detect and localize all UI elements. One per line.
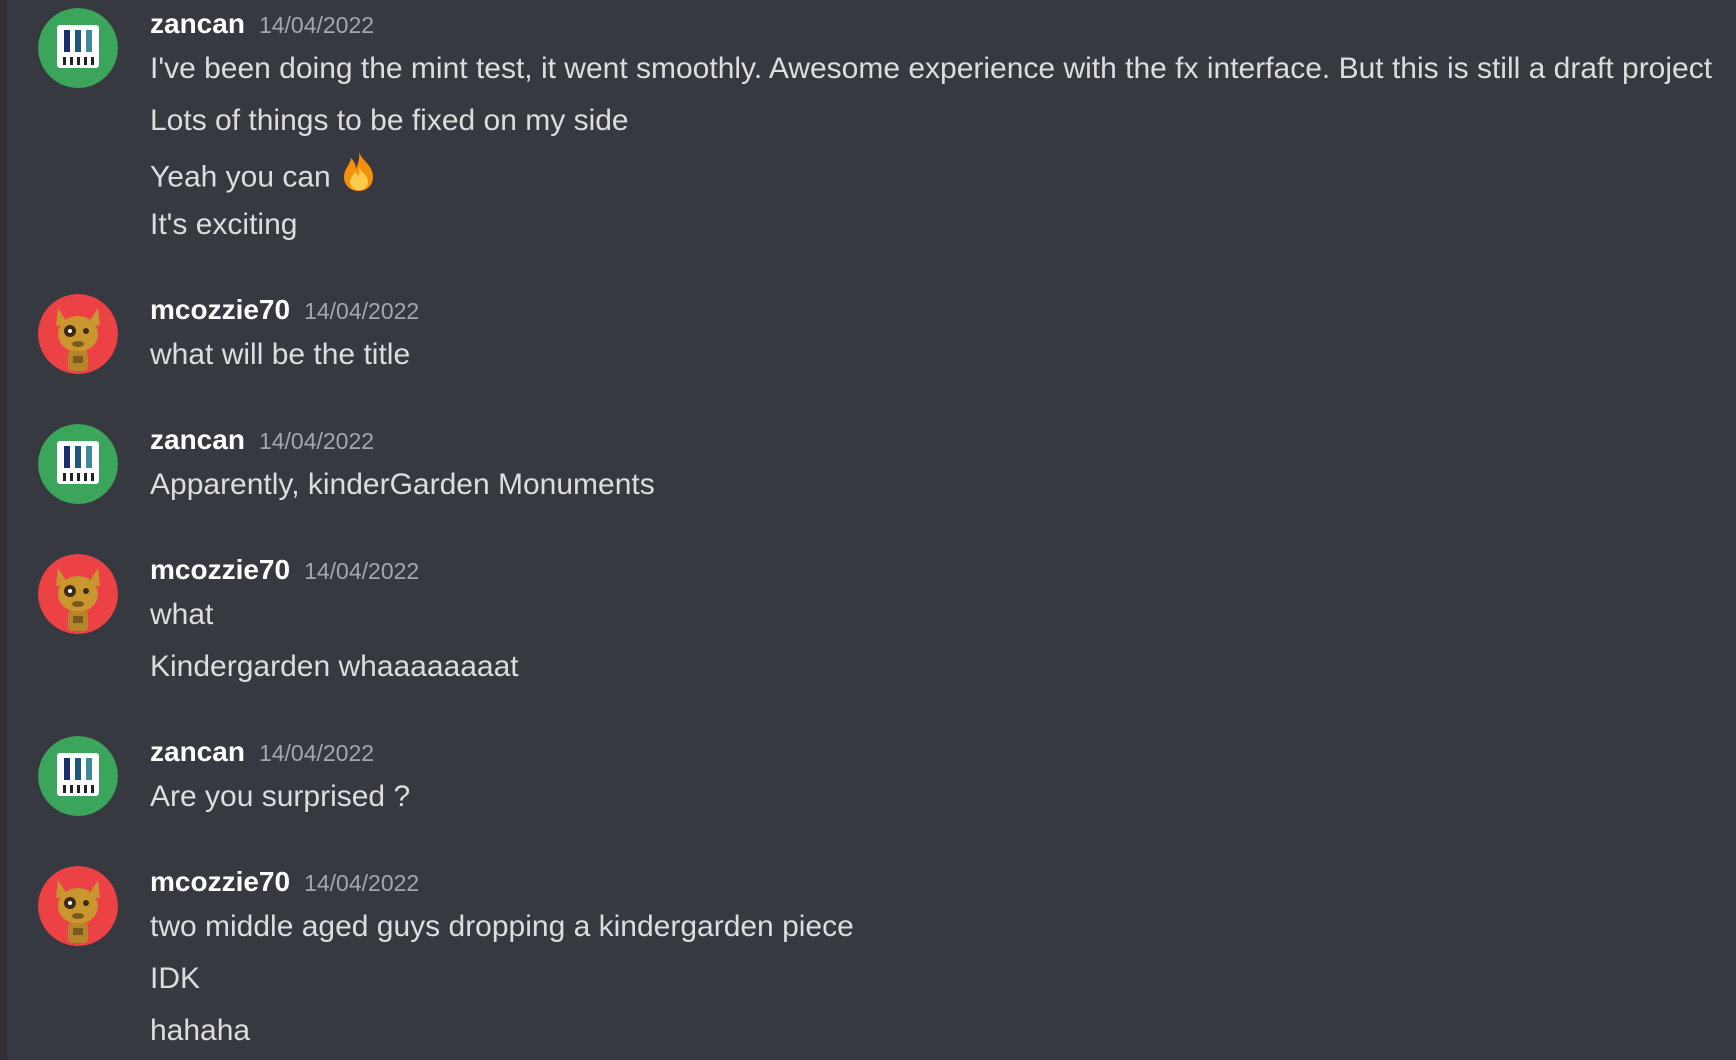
- fire-emoji-icon[interactable]: [337, 149, 381, 202]
- username[interactable]: zancan: [150, 424, 245, 455]
- message-text: what: [150, 598, 214, 631]
- username[interactable]: mcozzie70: [150, 866, 290, 897]
- message-text: two middle aged guys dropping a kinderga…: [150, 910, 854, 943]
- message-text: Are you surprised ?: [150, 780, 411, 813]
- avatar[interactable]: [38, 736, 118, 816]
- avatar[interactable]: [38, 8, 118, 88]
- message-line: Yeah you can: [150, 152, 381, 202]
- piano-avatar-icon: [38, 424, 118, 504]
- message-text: hahaha: [150, 1014, 251, 1047]
- timestamp[interactable]: 14/04/2022: [259, 740, 374, 766]
- timestamp[interactable]: 14/04/2022: [304, 298, 419, 324]
- username[interactable]: zancan: [150, 736, 245, 767]
- message-text: It's exciting: [150, 208, 298, 241]
- piano-avatar-icon: [38, 8, 118, 88]
- message-text: Lots of things to be fixed on my side: [150, 104, 629, 137]
- piano-avatar-icon: [38, 736, 118, 816]
- message-header: zancan 14/04/2022: [150, 736, 374, 770]
- username[interactable]: zancan: [150, 8, 245, 39]
- message-header: mcozzie70 14/04/2022: [150, 866, 419, 900]
- avatar[interactable]: [38, 554, 118, 634]
- username[interactable]: mcozzie70: [150, 554, 290, 585]
- message-text: IDK: [150, 962, 201, 995]
- username[interactable]: mcozzie70: [150, 294, 290, 325]
- timestamp[interactable]: 14/04/2022: [259, 428, 374, 454]
- message-header: zancan 14/04/2022: [150, 424, 374, 458]
- cat-avatar-icon: [38, 554, 118, 634]
- timestamp[interactable]: 14/04/2022: [259, 12, 374, 38]
- message-header: mcozzie70 14/04/2022: [150, 554, 419, 588]
- cat-avatar-icon: [38, 294, 118, 374]
- message-header: zancan 14/04/2022: [150, 8, 374, 42]
- timestamp[interactable]: 14/04/2022: [304, 558, 419, 584]
- message-text: Kindergarden whaaaaaaaat: [150, 650, 519, 683]
- message-text: I've been doing the mint test, it went s…: [150, 52, 1713, 85]
- avatar[interactable]: [38, 424, 118, 504]
- channel-left-edge: [0, 0, 7, 1060]
- message-text: Yeah you can: [150, 160, 331, 194]
- avatar[interactable]: [38, 866, 118, 946]
- message-text: Apparently, kinderGarden Monuments: [150, 468, 655, 501]
- message-text: what will be the title: [150, 338, 411, 371]
- cat-avatar-icon: [38, 866, 118, 946]
- timestamp[interactable]: 14/04/2022: [304, 870, 419, 896]
- message-header: mcozzie70 14/04/2022: [150, 294, 419, 328]
- avatar[interactable]: [38, 294, 118, 374]
